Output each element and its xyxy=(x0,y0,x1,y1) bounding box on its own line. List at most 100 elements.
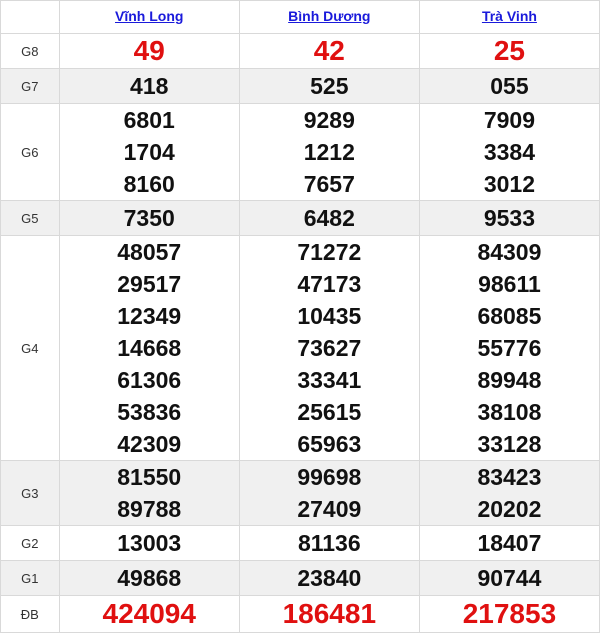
prize-cell: 186481 xyxy=(238,595,420,633)
header-row: Vĩnh Long Bình Dương Trà Vinh xyxy=(0,0,600,34)
prize-number: 55776 xyxy=(477,335,542,361)
prize-cell: 418 xyxy=(58,68,240,104)
prize-cell: 84309 98611 68085 55776 89948 38108 3312… xyxy=(418,235,600,461)
prize-number: 90744 xyxy=(477,565,542,591)
prize-number: 9289 xyxy=(303,107,355,133)
prize-number: 13003 xyxy=(117,530,182,556)
prize-number: 18407 xyxy=(477,530,542,556)
province-link-tra-vinh[interactable]: Trà Vinh xyxy=(482,8,537,24)
prize-number: 1212 xyxy=(303,139,355,165)
prize-number: 7350 xyxy=(123,205,175,231)
prize-cell: 49868 xyxy=(58,560,240,596)
prize-number: 53836 xyxy=(117,399,182,425)
prize-label: G1 xyxy=(0,560,60,596)
prize-number: 055 xyxy=(490,73,529,99)
prize-number: 186481 xyxy=(282,598,377,629)
prize-cell: 81136 xyxy=(238,525,420,561)
prize-number: 47173 xyxy=(297,271,362,297)
prize-cell: 217853 xyxy=(418,595,600,633)
prize-label: G5 xyxy=(0,200,60,236)
prize-number: 81136 xyxy=(297,530,361,556)
prize-label: G6 xyxy=(0,103,60,201)
prize-number: 217853 xyxy=(462,598,557,629)
prize-cell: 42 xyxy=(238,33,420,69)
province-header: Bình Dương xyxy=(238,0,420,34)
province-header: Trà Vinh xyxy=(418,0,600,34)
prize-row-g1: G1 49868 23840 90744 xyxy=(0,560,600,596)
prize-number: 65963 xyxy=(297,431,362,457)
province-link-binh-duong[interactable]: Bình Dương xyxy=(288,8,370,24)
prize-number: 33128 xyxy=(477,431,542,457)
prize-label: G2 xyxy=(0,525,60,561)
prize-number: 23840 xyxy=(297,565,362,591)
prize-cell: 13003 xyxy=(58,525,240,561)
province-header: Vĩnh Long xyxy=(58,0,240,34)
prize-number: 89788 xyxy=(117,496,182,522)
prize-number: 83423 xyxy=(477,464,542,490)
prize-number: 6801 xyxy=(123,107,175,133)
prize-row-special: ĐB 424094 186481 217853 xyxy=(0,595,600,633)
prize-cell: 99698 27409 xyxy=(238,460,420,526)
prize-cell: 83423 20202 xyxy=(418,460,600,526)
prize-cell: 424094 xyxy=(58,595,240,633)
prize-number: 89948 xyxy=(477,367,542,393)
prize-number: 99698 xyxy=(297,464,362,490)
prize-cell: 6801 1704 8160 xyxy=(58,103,240,201)
prize-cell: 7350 xyxy=(58,200,240,236)
prize-label: G4 xyxy=(0,235,60,461)
prize-number: 27409 xyxy=(297,496,362,522)
prize-number: 42 xyxy=(313,35,345,66)
prize-row-g3: G3 81550 89788 99698 27409 83423 20202 xyxy=(0,460,600,526)
prize-number: 49868 xyxy=(117,565,182,591)
prize-number: 3012 xyxy=(483,171,536,197)
prize-cell: 9533 xyxy=(418,200,600,236)
prize-number: 20202 xyxy=(477,496,542,522)
prize-number: 6482 xyxy=(303,205,355,231)
prize-number: 29517 xyxy=(117,271,182,297)
prize-number: 71272 xyxy=(297,239,362,265)
prize-number: 424094 xyxy=(102,598,196,629)
prize-number: 25 xyxy=(493,35,525,66)
prize-number: 68085 xyxy=(477,303,542,329)
prize-number: 42309 xyxy=(117,431,182,457)
prize-cell: 7909 3384 3012 xyxy=(418,103,600,201)
prize-cell: 48057 29517 12349 14668 61306 53836 4230… xyxy=(58,235,240,461)
prize-number: 8160 xyxy=(123,171,175,197)
prize-number: 418 xyxy=(130,73,169,99)
prize-cell: 25 xyxy=(418,33,600,69)
prize-label: G7 xyxy=(0,68,60,104)
prize-cell: 49 xyxy=(58,33,240,69)
prize-number: 14668 xyxy=(117,335,182,361)
prize-number: 33341 xyxy=(297,367,362,393)
province-link-vinh-long[interactable]: Vĩnh Long xyxy=(115,8,183,24)
prize-number: 61306 xyxy=(117,367,182,393)
prize-number: 12349 xyxy=(117,303,182,329)
prize-row-g5: G5 7350 6482 9533 xyxy=(0,200,600,236)
prize-number: 525 xyxy=(310,73,349,99)
prize-cell: 055 xyxy=(418,68,600,104)
prize-cell: 90744 xyxy=(418,560,600,596)
prize-number: 25615 xyxy=(297,399,362,425)
header-corner xyxy=(0,0,60,34)
prize-label: ĐB xyxy=(0,595,60,633)
prize-label: G8 xyxy=(0,33,60,69)
prize-number: 38108 xyxy=(477,399,542,425)
prize-row-g2: G2 13003 81136 18407 xyxy=(0,525,600,561)
prize-number: 81550 xyxy=(117,464,182,490)
prize-number: 98611 xyxy=(478,271,541,297)
prize-cell: 6482 xyxy=(238,200,420,236)
prize-number: 9533 xyxy=(483,205,536,231)
prize-cell: 525 xyxy=(238,68,420,104)
prize-number: 84309 xyxy=(477,239,542,265)
prize-number: 73627 xyxy=(297,335,362,361)
prize-number: 1704 xyxy=(123,139,175,165)
prize-number: 3384 xyxy=(483,139,536,165)
prize-cell: 18407 xyxy=(418,525,600,561)
prize-number: 7909 xyxy=(483,107,536,133)
prize-number: 10435 xyxy=(297,303,362,329)
prize-number: 7657 xyxy=(303,171,355,197)
prize-row-g7: G7 418 525 055 xyxy=(0,68,600,104)
prize-cell: 81550 89788 xyxy=(58,460,240,526)
prize-cell: 23840 xyxy=(238,560,420,596)
prize-number: 48057 xyxy=(117,239,182,265)
